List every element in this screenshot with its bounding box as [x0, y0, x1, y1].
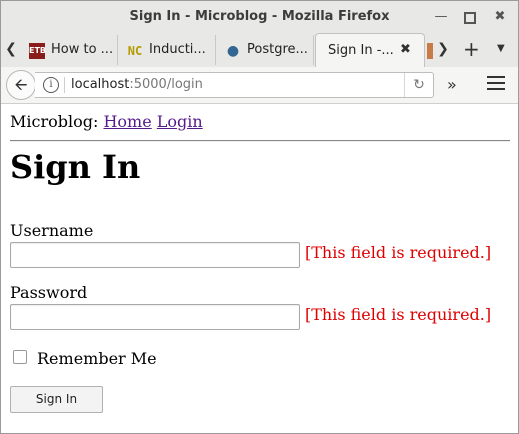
page-title: Sign In — [10, 148, 141, 186]
tab-label: Inducti... — [149, 42, 206, 57]
url-host: localhost — [71, 77, 130, 92]
info-icon[interactable]: i — [43, 77, 59, 93]
overflow-chevron-icon[interactable]: » — [447, 75, 457, 94]
username-input[interactable] — [10, 242, 300, 268]
tab-list-dropdown-icon[interactable]: ▼ — [497, 31, 505, 67]
url-text[interactable]: localhost:5000/login — [71, 77, 203, 92]
close-window-icon[interactable]: ✖ — [491, 8, 509, 26]
password-error: [This field is required.] — [305, 305, 492, 324]
navigation-bar: 🡨 i localhost:5000/login ↻ » — [1, 67, 518, 104]
site-header: Microblog: Home Login — [10, 112, 203, 131]
tab-scroll-left-icon[interactable]: ❮ — [1, 31, 21, 67]
url-path: :5000/login — [129, 77, 203, 92]
tab-label: How to ... — [51, 42, 114, 57]
header-divider — [10, 140, 510, 142]
reload-icon[interactable]: ↻ — [404, 73, 433, 97]
nav-login-link[interactable]: Login — [157, 112, 203, 131]
tab-label: Sign In -... — [328, 43, 394, 58]
username-label: Username — [10, 221, 94, 240]
url-bar[interactable]: i localhost:5000/login ↻ — [35, 72, 434, 98]
postgres-elephant-icon: ● — [226, 43, 240, 59]
remember-me-label: Remember Me — [37, 349, 157, 368]
tab-postgres[interactable]: ● Postgre... — [217, 35, 314, 65]
nc-favicon-icon: NC — [127, 44, 143, 58]
tab-how-to[interactable]: ETB How to ... — [21, 35, 118, 65]
site-name: Microblog: — [10, 112, 99, 131]
password-input[interactable] — [10, 304, 300, 330]
tab-partial[interactable] — [423, 35, 433, 65]
new-tab-plus-icon[interactable]: + — [463, 31, 480, 67]
url-divider — [64, 77, 65, 93]
remember-me-checkbox[interactable] — [13, 350, 27, 364]
browser-window: Sign In - Microblog - Mozilla Firefox — … — [0, 0, 519, 434]
page-content: Microblog: Home Login Sign In Username [… — [1, 104, 518, 433]
tab-strip: ❮ ETB How to ... NC Inducti... ● Postgre… — [1, 31, 518, 68]
maximize-icon[interactable] — [461, 8, 479, 26]
hamburger-menu-icon[interactable] — [487, 76, 505, 94]
tab-label: Postgre... — [247, 42, 308, 57]
tab-close-icon[interactable]: ✖ — [400, 42, 411, 57]
tab-sign-in-active[interactable]: Sign In -... ✖ — [315, 33, 425, 68]
nav-home-link[interactable]: Home — [103, 112, 151, 131]
etb-favicon-icon: ETB — [29, 43, 46, 59]
tab-induction[interactable]: NC Inducti... — [119, 35, 216, 65]
username-error: [This field is required.] — [305, 243, 492, 262]
back-arrow-icon[interactable]: 🡨 — [6, 70, 36, 100]
minimize-icon[interactable]: — — [432, 8, 450, 26]
tab-scroll-right-icon[interactable]: ❯ — [433, 31, 453, 67]
sign-in-button[interactable]: Sign In — [10, 386, 103, 413]
password-label: Password — [10, 283, 88, 302]
